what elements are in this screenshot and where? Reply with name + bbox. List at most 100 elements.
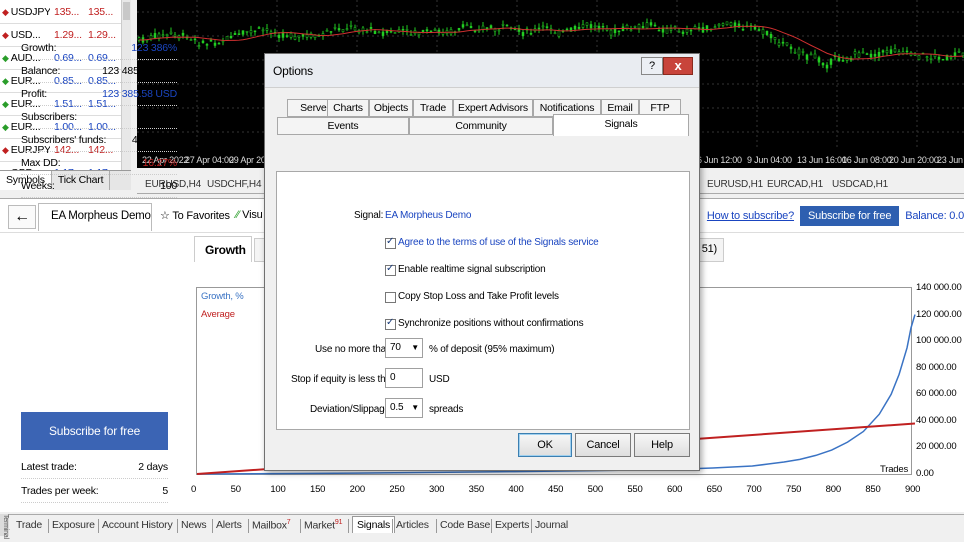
candle-body — [857, 52, 861, 58]
candle-body — [325, 29, 329, 32]
terminal-tab[interactable]: News — [181, 519, 207, 531]
visibility-button[interactable]: ⁄⁄ Visu — [236, 209, 263, 221]
ok-button[interactable]: OK — [518, 433, 572, 457]
tab-separator — [300, 519, 301, 533]
dialog-tab[interactable]: Events — [277, 117, 409, 135]
legend-growth: Growth, % — [201, 291, 244, 302]
x-tick-label: 50 — [230, 484, 241, 495]
time-label: 27 Apr 04:00 — [185, 155, 234, 165]
candle-body — [761, 29, 765, 35]
terminal-tab[interactable]: Mailbox7 — [252, 519, 291, 532]
candle-body — [645, 22, 649, 29]
market-watch-row[interactable]: ◆ USDJPY 135... 135... — [0, 1, 121, 24]
terminal-tab[interactable]: Alerts — [216, 519, 242, 531]
y-tick-label: 140 000.00 — [916, 282, 962, 293]
cancel-button[interactable]: Cancel — [575, 433, 631, 457]
stat-label: Profit: — [21, 88, 48, 100]
dialog-tab[interactable]: Community — [409, 117, 553, 135]
help-button[interactable]: Help — [634, 433, 690, 457]
signal-tab[interactable]: EA Morpheus Demo — [38, 203, 152, 231]
candle-body — [149, 35, 153, 39]
candle-body — [789, 46, 793, 50]
dialog-tab[interactable]: Objects — [369, 99, 413, 117]
dialog-tab[interactable]: Expert Advisors — [453, 99, 533, 117]
candle-body — [541, 25, 545, 28]
x-tick-label: 200 — [349, 484, 365, 495]
stop-input[interactable]: 0 — [385, 368, 423, 388]
checkbox[interactable] — [385, 263, 396, 276]
growth-tab[interactable]: Growth — [194, 236, 252, 262]
dialog-tab[interactable]: Signals — [553, 114, 689, 136]
candle-body — [345, 28, 349, 30]
arrow-up-icon: ◆ — [2, 53, 9, 63]
candle-body — [713, 26, 717, 28]
candle-body — [637, 24, 641, 29]
candle-body — [221, 40, 225, 43]
candle-body — [329, 31, 333, 33]
tab-label: Market — [304, 519, 335, 532]
how-to-subscribe-link[interactable]: How to subscribe? — [707, 210, 794, 222]
close-icon[interactable]: x — [663, 57, 693, 75]
terminal-tab[interactable]: Trade — [16, 519, 42, 531]
dialog-tab[interactable]: Charts — [327, 99, 369, 117]
candle-body — [609, 29, 613, 36]
chart-tab[interactable]: USDCHF,H4 — [207, 179, 262, 190]
terminal-tab[interactable]: Code Base — [440, 519, 490, 531]
terminal-tabs: Trade Exposure Account History News Alerts Ma… — [0, 514, 964, 536]
candle-body — [689, 29, 693, 32]
checkbox[interactable] — [385, 292, 396, 303]
dialog-titlebar[interactable]: Options ? x — [265, 54, 699, 88]
terminal-tab[interactable]: Market91 — [304, 519, 342, 532]
candle-body — [545, 26, 549, 28]
terminal-tab[interactable]: Signals — [352, 516, 396, 533]
candle-body — [253, 30, 257, 33]
dialog-tab[interactable]: Trade — [413, 99, 453, 117]
back-button[interactable]: ← — [8, 205, 36, 229]
x-tick-label: 750 — [786, 484, 802, 495]
candle-body — [661, 28, 665, 33]
candle-body — [649, 22, 653, 26]
candle-body — [285, 35, 289, 37]
candle-body — [161, 34, 165, 36]
tab-separator — [491, 519, 492, 533]
candle-body — [353, 27, 357, 31]
subscribe-header-button[interactable]: Subscribe for free — [800, 206, 900, 226]
candle-body — [173, 34, 177, 37]
checkbox[interactable] — [385, 236, 396, 249]
tab-label: Articles — [396, 519, 429, 531]
candle-body — [633, 26, 637, 28]
terminal-tab[interactable]: Articles — [396, 519, 429, 531]
deviation-select[interactable]: 0.5 ▼ — [385, 398, 423, 418]
candle-body — [165, 34, 169, 36]
candle-body — [417, 32, 421, 36]
checkbox-label[interactable]: Agree to the terms of use of the Signals… — [398, 237, 599, 248]
chart-tab[interactable]: EURUSD,H1 — [707, 179, 763, 190]
stop-suffix: USD — [429, 374, 450, 385]
terminal-tab[interactable]: Journal — [535, 519, 568, 531]
favorites-button[interactable]: ☆ To Favorites — [160, 209, 230, 222]
candle-body — [197, 45, 201, 47]
candle-body — [401, 29, 405, 31]
chart-tab[interactable]: USDCAD,H1 — [832, 179, 888, 190]
scroll-thumb[interactable] — [123, 2, 130, 20]
candle-body — [881, 50, 885, 53]
candle-body — [421, 30, 425, 32]
x-tick-label: 600 — [667, 484, 683, 495]
candle-body — [201, 40, 205, 43]
terminal-tab[interactable]: Exposure — [52, 519, 95, 531]
candle-body — [929, 58, 933, 60]
terminal-tab[interactable]: Account History — [102, 519, 173, 531]
help-icon[interactable]: ? — [641, 57, 663, 75]
candle-body — [697, 27, 701, 29]
trades-per-week-label: Trades per week: — [21, 485, 99, 497]
chart-tab[interactable]: EURCAD,H1 — [767, 179, 823, 190]
candle-body — [837, 57, 841, 62]
candle-body — [817, 57, 821, 63]
candle-body — [489, 25, 493, 29]
use-select[interactable]: 70 ▼ — [385, 338, 423, 358]
terminal-tab[interactable]: Experts — [495, 519, 529, 531]
subscribe-button[interactable]: Subscribe for free — [21, 412, 168, 450]
checkbox[interactable] — [385, 317, 396, 330]
favorites-label: To Favorites — [172, 210, 230, 222]
candle-body — [381, 31, 385, 36]
